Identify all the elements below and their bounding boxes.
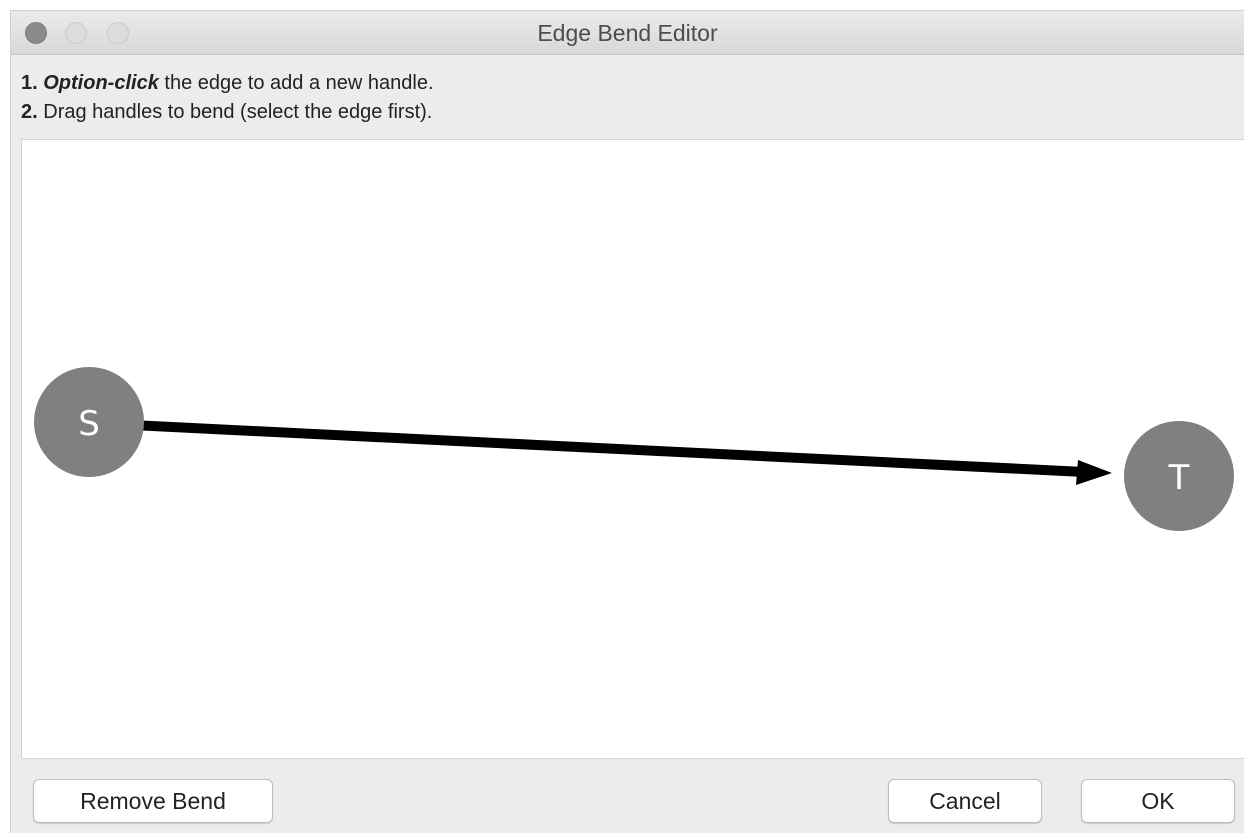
option-click-emphasis: Option-click (43, 72, 159, 94)
title-bar: Edge Bend Editor (11, 11, 1244, 55)
edge-arrowhead (1076, 460, 1112, 485)
target-node-label: T (1168, 458, 1190, 498)
step-1-number: 1. (21, 72, 38, 94)
target-node[interactable]: T (1124, 421, 1234, 531)
step-2-text: Drag handles to bend (select the edge fi… (37, 101, 433, 123)
source-node-label: S (78, 404, 100, 444)
instructions: 1. Option-click the edge to add a new ha… (21, 69, 434, 127)
edge-bend-editor-window: Edge Bend Editor 1. Option-click the edg… (10, 10, 1244, 833)
instruction-step-1: 1. Option-click the edge to add a new ha… (21, 69, 434, 98)
step-1-text: the edge to add a new handle. (158, 72, 434, 94)
window-title: Edge Bend Editor (537, 20, 718, 46)
cancel-button[interactable]: Cancel (888, 779, 1042, 823)
ok-button[interactable]: OK (1081, 779, 1235, 823)
graph-canvas[interactable]: S T (21, 139, 1244, 759)
instruction-step-2: 2. Drag handles to bend (select the edge… (21, 98, 434, 127)
graph-svg: S T (34, 367, 1234, 531)
edge-line[interactable] (131, 420, 1085, 477)
step-2-number: 2. (21, 101, 38, 123)
remove-bend-button[interactable]: Remove Bend (33, 779, 273, 823)
source-node[interactable]: S (34, 367, 144, 477)
